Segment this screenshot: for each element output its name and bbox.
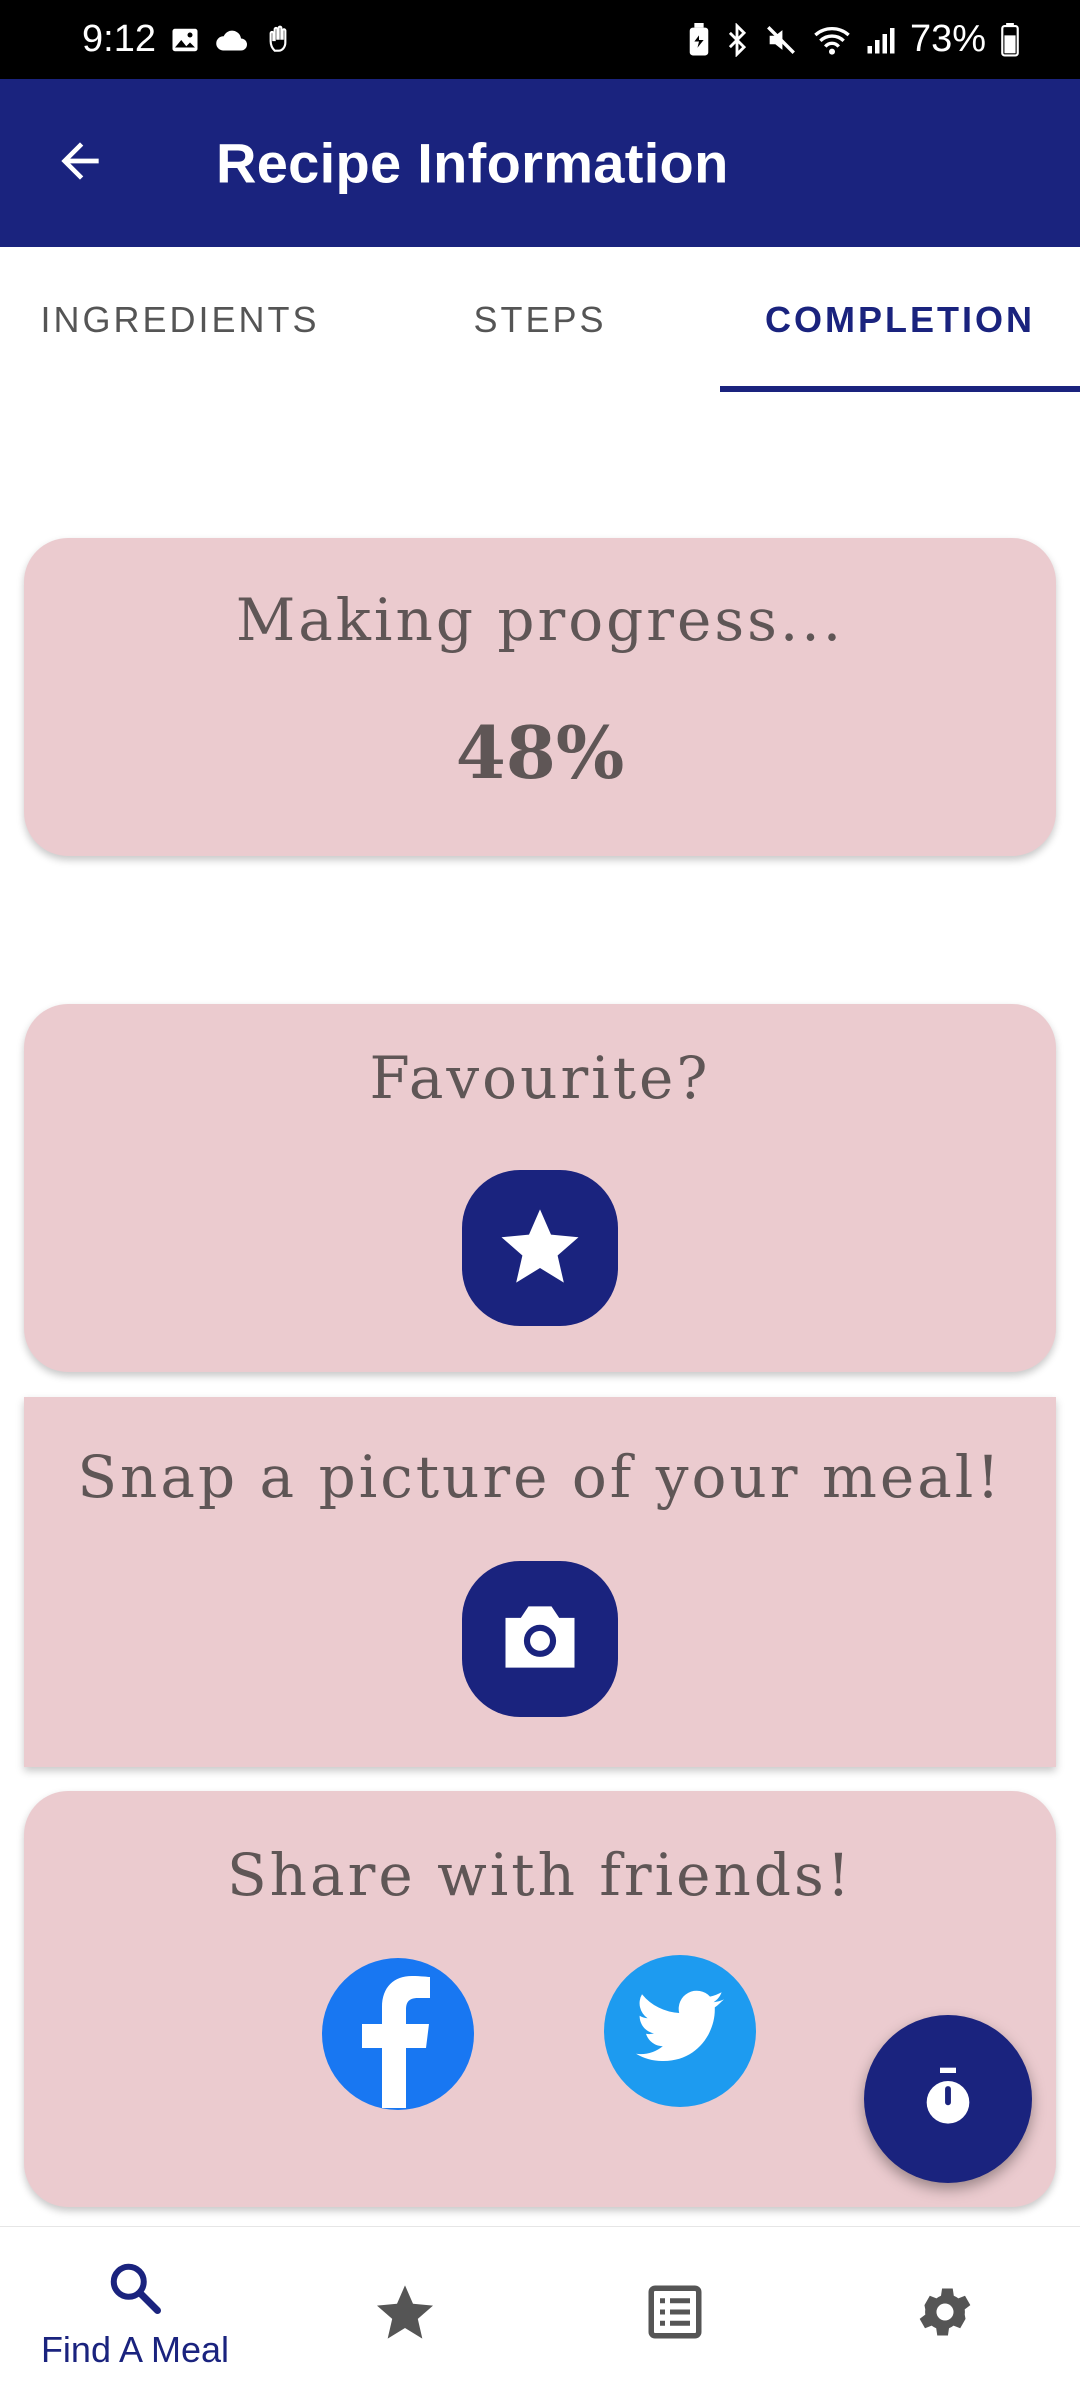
image-icon [170,25,200,55]
signal-icon [866,25,896,55]
favourite-title: Favourite? [369,1044,711,1112]
share-title: Share with friends! [226,1841,854,1909]
nav-favourites[interactable] [270,2227,540,2401]
search-icon [105,2258,165,2323]
twitter-icon [632,1981,728,2082]
facebook-button[interactable] [322,1958,474,2110]
battery-percentage: 73% [909,18,986,60]
list-icon [645,2282,705,2347]
mute-icon [764,23,798,57]
camera-button[interactable] [462,1561,618,1717]
progress-title: Making progress... [235,586,845,654]
gear-icon [913,2280,977,2349]
timer-fab[interactable] [864,2015,1032,2183]
tab-ingredients[interactable]: INGREDIENTS [0,247,360,392]
twitter-button[interactable] [604,1955,756,2107]
tab-completion[interactable]: COMPLETION [720,247,1080,392]
photo-card: Snap a picture of your meal! [24,1397,1056,1767]
status-time: 9:12 [82,18,156,60]
nav-find-a-meal-label: Find A Meal [40,2328,230,2370]
hand-icon [264,24,296,56]
status-bar-right: 73% [688,18,1020,61]
battery-saver-icon [688,22,710,57]
battery-icon [1000,22,1020,57]
progress-card: Making progress... 48% [24,538,1056,856]
progress-value: 48% [455,710,625,795]
app-bar: Recipe Information [0,79,1080,247]
status-bar-left: 9:12 [82,18,296,61]
tab-bar: INGREDIENTS STEPS COMPLETION [0,247,1080,392]
favourite-card: Favourite? [24,1004,1056,1372]
facebook-icon [322,1958,474,2110]
favourite-button[interactable] [462,1170,618,1326]
camera-icon [494,1591,586,1688]
arrow-back-icon [52,133,108,194]
bluetooth-icon [724,22,750,57]
tab-indicator [720,386,1080,392]
nav-find-a-meal[interactable]: Find A Meal [0,2227,270,2401]
star-icon [496,1202,584,1295]
star-icon [373,2280,437,2349]
cloud-icon [214,25,250,55]
photo-title: Snap a picture of your meal! [77,1443,1003,1511]
status-bar: 9:12 73% [0,0,1080,79]
nav-settings[interactable] [810,2227,1080,2401]
wifi-icon [812,23,852,57]
bottom-navigation: Find A Meal [0,2226,1080,2400]
nav-list[interactable] [540,2227,810,2401]
page-title: Recipe Information [216,131,729,195]
back-button[interactable] [40,123,120,203]
tab-steps[interactable]: STEPS [360,247,720,392]
timer-icon [916,2065,980,2134]
